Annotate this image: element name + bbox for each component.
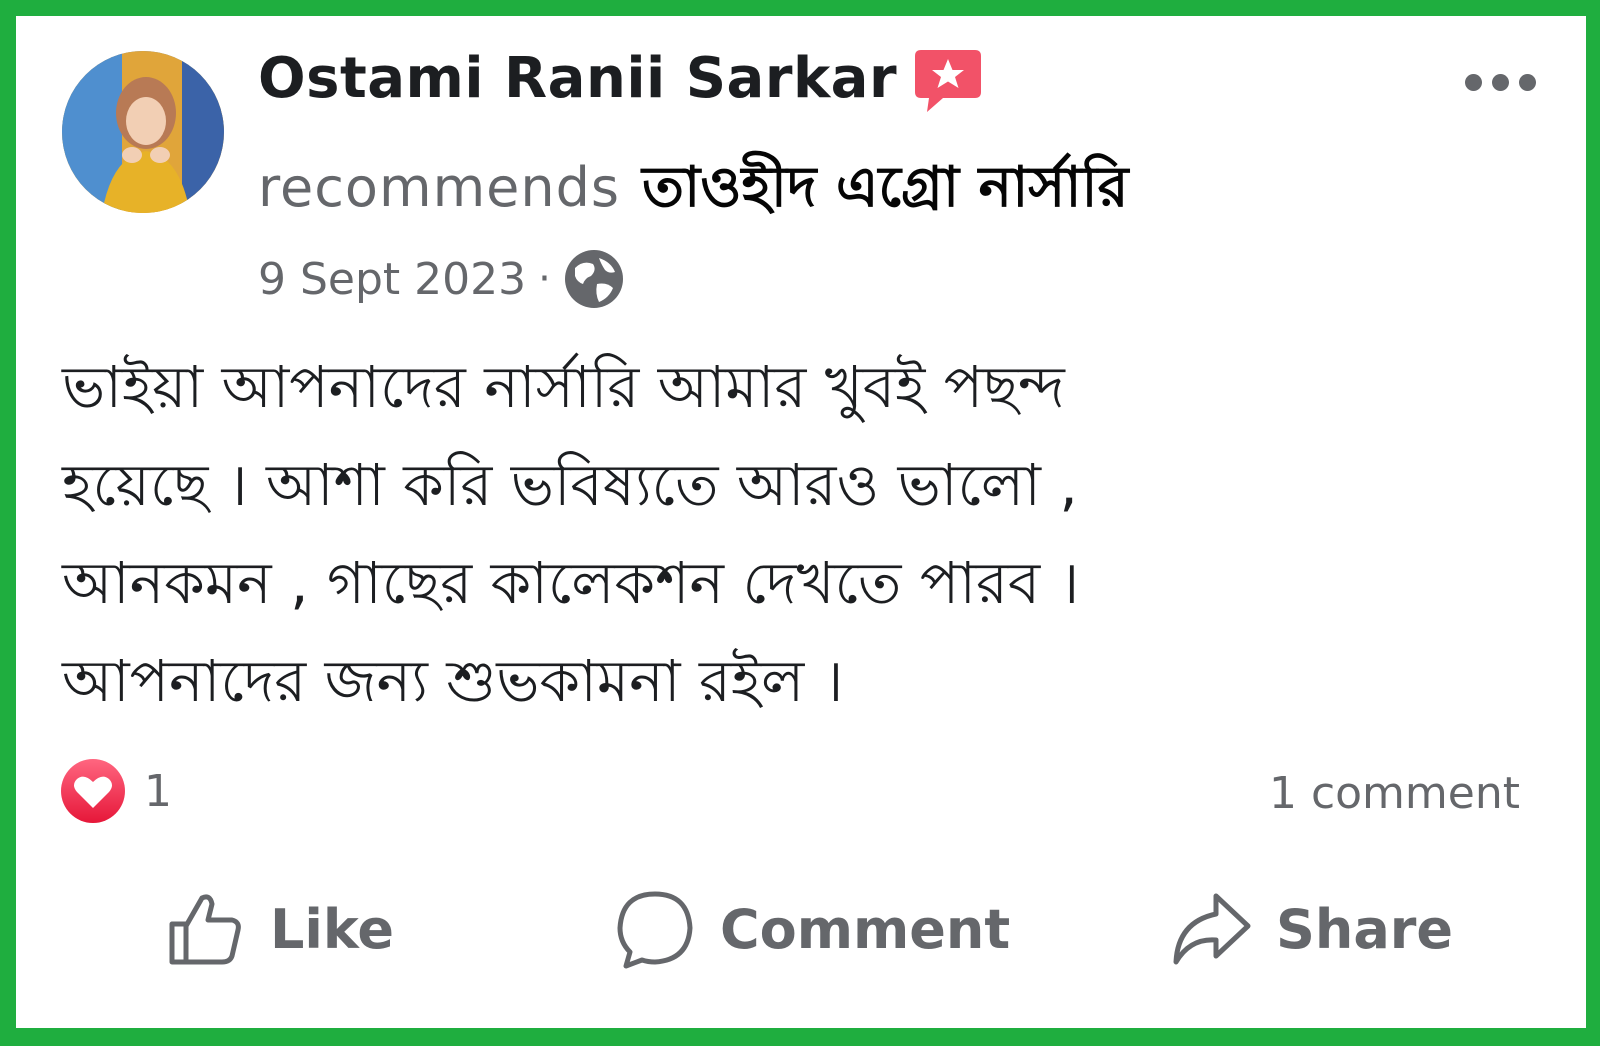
comment-label: Comment [720,897,1011,961]
post-card: Ostami Ranii Sarkar recommends তাওহীদ এগ… [16,16,1586,1028]
recommended-page-name[interactable]: তাওহীদ এগ্রো নার্সারি [642,144,1128,238]
author-name[interactable]: Ostami Ranii Sarkar [258,51,897,107]
reaction-count: 1 [144,765,172,817]
reaction-summary[interactable]: 1 [60,758,172,824]
more-options-icon[interactable] [1465,74,1536,91]
action-bar: Like Comment Share [16,888,1586,988]
recommendation-line: recommends তাওহীদ এগ্রো নার্সারি [258,144,1128,238]
comment-bubble-icon [617,891,693,969]
recommends-text: recommends [258,156,621,219]
post-body-text: ভাইয়া আপনাদের নার্সারি আমার খুবই পছন্দ … [62,353,1080,715]
avatar-photo [62,51,224,213]
thumbs-up-icon [169,894,241,965]
meta-separator: · [538,256,551,302]
globe-icon[interactable] [563,248,625,310]
love-reaction-icon [61,759,125,823]
recommendation-star-icon [915,50,982,112]
comment-button[interactable]: Comment [614,888,1010,970]
author-header: Ostami Ranii Sarkar [258,44,983,114]
share-button[interactable]: Share [1170,888,1453,970]
share-label: Share [1276,897,1454,961]
post-meta: 9 Sept 2023 · [258,248,625,310]
comment-count-link[interactable]: 1 comment [1269,768,1520,819]
author-avatar[interactable] [62,51,224,213]
post-date[interactable]: 9 Sept 2023 [258,254,526,305]
like-label: Like [270,897,395,961]
like-button[interactable]: Like [164,888,394,970]
share-arrow-icon [1173,893,1251,965]
